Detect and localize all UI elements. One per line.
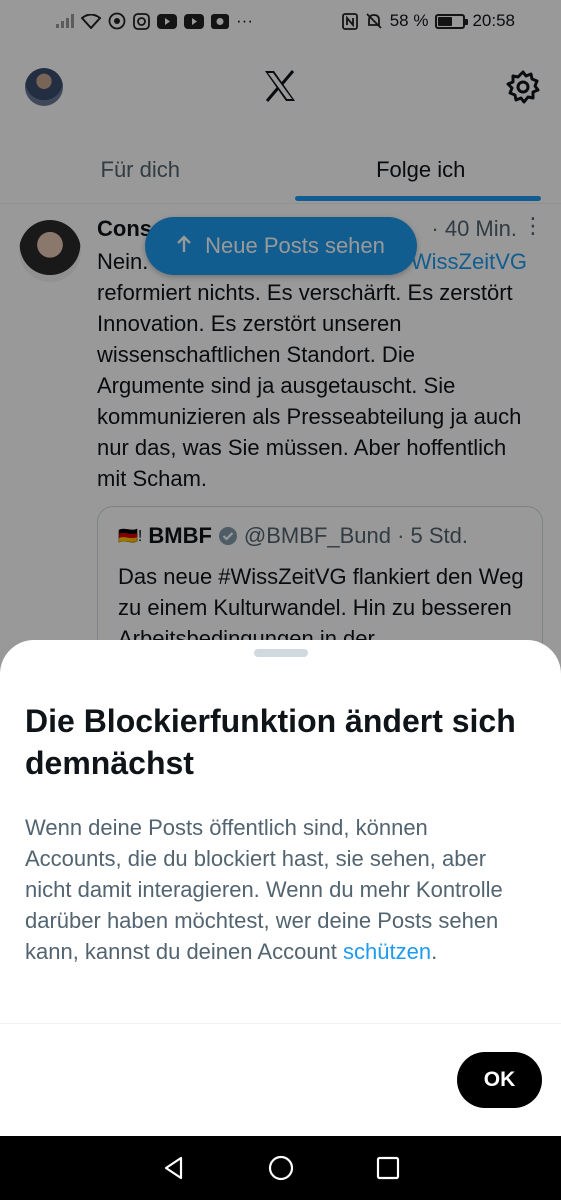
bottom-sheet: Die Blockierfunktion ändert sich demnäch… xyxy=(0,640,561,1136)
ok-button[interactable]: OK xyxy=(457,1052,542,1108)
sheet-description: Wenn deine Posts öffentlich sind, können… xyxy=(25,812,525,967)
protect-account-link[interactable]: schützen xyxy=(343,939,431,964)
sheet-divider xyxy=(0,1023,561,1024)
sheet-body-end: . xyxy=(431,939,438,964)
home-icon[interactable] xyxy=(266,1153,296,1183)
recent-apps-icon[interactable] xyxy=(373,1153,403,1183)
back-icon[interactable] xyxy=(159,1153,189,1183)
sheet-title: Die Blockierfunktion ändert sich demnäch… xyxy=(25,703,516,781)
sheet-drag-handle[interactable] xyxy=(254,649,308,657)
system-navigation-bar xyxy=(0,1136,561,1200)
